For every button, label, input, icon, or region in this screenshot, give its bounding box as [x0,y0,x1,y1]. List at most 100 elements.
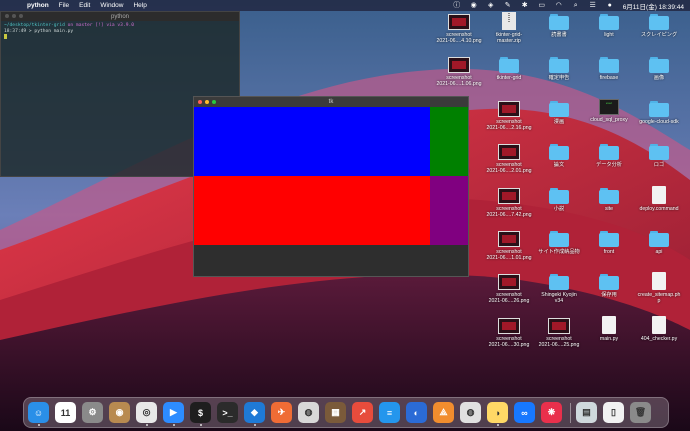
menu-clock[interactable]: 6月11日(金) 18:39:44 [623,1,684,11]
desktop-icon-label: ロゴ [653,162,665,168]
desktop-icon-folder[interactable]: google-cloud-sdk [635,99,683,125]
desktop-icon-doc[interactable]: create_sitemap.ph p [635,272,683,304]
status-record-icon[interactable]: ◉ [470,0,478,11]
dock-app-mysqlworkbench-icon[interactable]: ◍ [460,402,481,423]
terminal-cursor [4,34,7,39]
image-thumbnail-icon [498,274,520,290]
grid-cell-purple [430,176,468,245]
control-center-icon[interactable]: ☰ [589,0,597,11]
dock-app-sourcetree-icon[interactable]: ⟁ [433,402,454,423]
dock-app-postman-icon[interactable]: ✈ [271,402,292,423]
terminal-titlebar[interactable]: python [1,12,239,21]
dock-app-zoom-icon[interactable]: ▶ [163,402,184,423]
status-wifi-icon[interactable]: ◠ [555,0,563,11]
dock-app-chrome-icon[interactable]: ◎ [136,402,157,423]
zoom-button[interactable] [212,100,216,104]
desktop-icon-folder[interactable]: firebase [585,55,633,81]
desktop-icon-folder[interactable]: api [635,229,683,255]
desktop-icon-folder[interactable]: front [585,229,633,255]
desktop-icon-folder[interactable]: 読書書 [535,12,583,38]
desktop-icon-label: light [604,32,614,38]
minimize-button[interactable] [12,14,16,18]
desktop-icon-folder[interactable]: 保存用 [585,272,633,298]
siri-icon[interactable]: ● [606,0,614,11]
status-bluetooth-icon[interactable]: ✱ [521,0,529,11]
close-button[interactable] [198,100,202,104]
desktop-icon-doc[interactable]: main.py [585,316,633,342]
desktop-icon-thumb[interactable]: screenshot 2021-06....4.10.png [435,12,483,44]
desktop-icon-doc[interactable]: deploy.command [635,186,683,212]
desktop-icon-folder[interactable]: 確定申告 [535,55,583,81]
desktop-icon-folder[interactable]: 論文 [535,142,583,168]
zoom-button[interactable] [19,14,23,18]
tk-title: tk [328,99,334,105]
dock-document-icon[interactable]: ▯ [603,402,624,423]
desktop-icon-folder[interactable]: Shingeki Kyojin v34 [535,272,583,304]
desktop-icon-thumb[interactable]: screenshot 2021-06....30.png [485,316,533,348]
desktop-icon-folder[interactable]: データ分析 [585,142,633,168]
running-indicator [38,424,40,426]
folder-icon [599,231,619,247]
desktop-icon-thumb[interactable]: screenshot 2021-06....1.06.png [435,55,483,87]
folder-icon [649,144,669,160]
desktop-icon-label: tkinter-grid-master.zip [495,32,523,44]
desktop-icon-thumb[interactable]: screenshot 2021-06....7.42.png [485,186,533,218]
dock-app-system-preferences-icon[interactable]: ⚙ [82,402,103,423]
menu-edit[interactable]: Edit [79,2,90,9]
tk-window[interactable]: tk [193,96,469,277]
dock-app-proxyman-icon[interactable]: ◐ [406,402,427,423]
menu-help[interactable]: Help [133,2,146,9]
desktop-icon-folder[interactable]: 画像 [635,55,683,81]
desktop-icon-thumb[interactable]: screenshot 2021-06....25.png [535,316,583,348]
running-indicator [146,424,148,426]
spotlight-search-icon[interactable]: ⌕ [572,0,580,11]
status-info-icon[interactable]: ⓘ [453,0,461,11]
desktop-icon-folder[interactable]: site [585,186,633,212]
desktop-icon-thumb[interactable]: screenshot 2021-06....2.01.png [485,142,533,174]
dock-app-contacts-icon[interactable]: ◉ [109,402,130,423]
desktop-icon-label: cloud_sql_proxy [590,117,628,123]
folder-icon [549,274,569,290]
dock-app-activity-icon[interactable]: ↗ [352,402,373,423]
dock-app-klokki-icon[interactable]: ❋ [541,402,562,423]
image-thumbnail-icon [498,188,520,204]
status-dropbox-icon[interactable]: ◈ [487,0,495,11]
dock-preview-icon[interactable]: ▤ [576,402,597,423]
dock-app-sequel-pro-icon[interactable]: ◍ [298,402,319,423]
terminal-output[interactable]: ~/desktop/tkinter-grid on master [!] via… [1,21,239,43]
dock-app-calendar-icon[interactable]: 11 [55,402,76,423]
dock-trash-icon[interactable]: 🗑 [630,402,651,423]
desktop-icon-folder[interactable]: スクレイピング [635,12,683,38]
tk-titlebar[interactable]: tk [194,97,468,107]
dock-app-finder-icon[interactable]: ☺ [28,402,49,423]
dock-app-infinity-icon[interactable]: ∞ [514,402,535,423]
minimize-button[interactable] [205,100,209,104]
desktop-icon-thumb[interactable]: screenshot 2021-06....1.01.png [485,229,533,261]
dock-app-terminal-icon[interactable]: >_ [217,402,238,423]
desktop-icon-folder[interactable]: サイト作成納品物 [535,229,583,255]
dock-app-tableplus-icon[interactable]: ▦ [325,402,346,423]
dock-app-vscode-icon[interactable]: ◆ [244,402,265,423]
desktop-icon-folder[interactable]: 小説 [535,186,583,212]
desktop-icon-folder[interactable]: ロゴ [635,142,683,168]
desktop-icon-doc[interactable]: 404_checker.py [635,316,683,342]
desktop-icon-folder[interactable]: 漫画 [535,99,583,125]
executable-icon: exec [599,99,619,115]
dock-app-python-icon[interactable]: ◑ [487,402,508,423]
status-evernote-icon[interactable]: ✎ [504,0,512,11]
dock-app-docker-icon[interactable]: ≡ [379,402,400,423]
close-button[interactable] [5,14,9,18]
desktop-icon-folder[interactable]: tkinter-grid [485,55,533,81]
desktop-icon-thumb[interactable]: screenshot 2021-06....26.png [485,272,533,304]
status-battery-icon[interactable]: ▭ [538,0,546,11]
menu-app-name[interactable]: python [27,2,49,9]
menu-file[interactable]: File [59,2,69,9]
menu-window[interactable]: Window [100,2,123,9]
desktop-icon-label: 保存用 [601,292,617,298]
desktop-icon-zip[interactable]: tkinter-grid-master.zip [485,12,533,44]
desktop-icon-thumb[interactable]: screenshot 2021-06....2.16.png [485,99,533,131]
desktop-icon-label: 漫画 [553,119,565,125]
desktop-icon-exe[interactable]: exec cloud_sql_proxy [585,99,633,123]
dock-app-iterm-icon[interactable]: $ [190,402,211,423]
desktop-icon-folder[interactable]: light [585,12,633,38]
